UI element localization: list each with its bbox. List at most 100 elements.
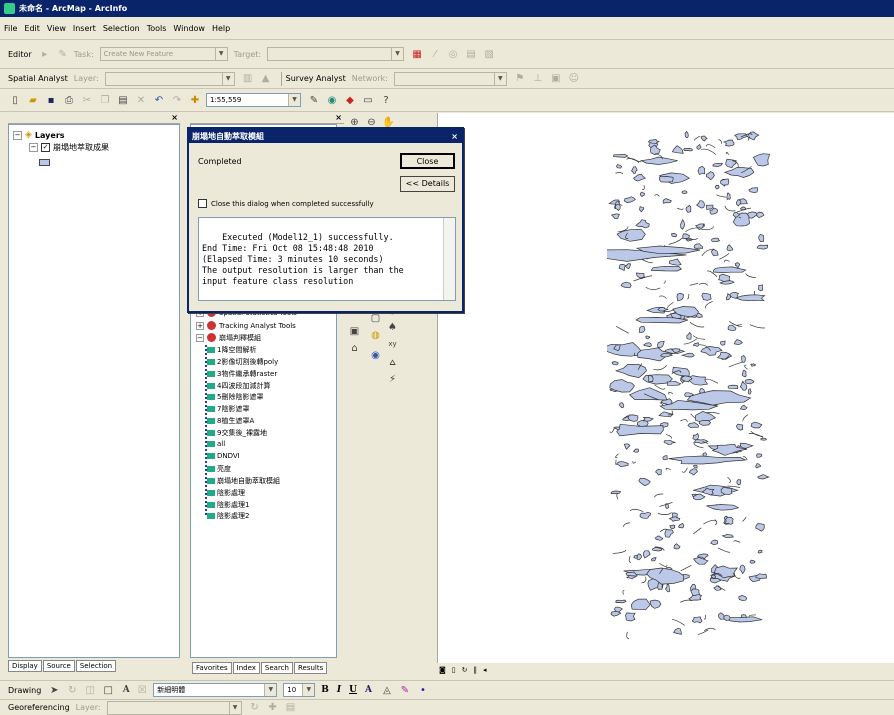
bold-button[interactable]: B <box>321 685 329 695</box>
rectangle-icon[interactable]: □ <box>101 683 115 697</box>
copy-icon[interactable]: ❐ <box>98 93 112 107</box>
menu-help[interactable]: Help <box>212 24 230 33</box>
clear-selection-icon[interactable]: ▣ <box>348 325 361 338</box>
model-tool-item[interactable]: 9交集後_裸露地 <box>207 428 267 438</box>
close-button[interactable]: Close <box>400 153 455 169</box>
target-select[interactable]: ▼ <box>267 47 405 61</box>
tab-search[interactable]: Search <box>260 662 293 674</box>
select-features-icon[interactable]: ◍ <box>369 329 382 342</box>
georeferencing-menu[interactable]: Georeferencing <box>8 703 70 712</box>
collapse-icon[interactable]: − <box>196 333 204 342</box>
model-tool-item[interactable]: all <box>207 440 225 448</box>
scroll-left-icon[interactable]: ◂ <box>483 666 487 674</box>
model-tool-item[interactable]: 4四波段加減計算 <box>207 381 270 391</box>
model-tool-item[interactable]: 7陰影遮罩 <box>207 404 249 414</box>
redo-icon[interactable]: ↷ <box>170 93 184 107</box>
close-when-done-option[interactable]: Close this dialog when completed success… <box>198 199 374 208</box>
hyperlink-icon[interactable]: ⚡ <box>386 373 399 386</box>
details-button[interactable]: << Details <box>400 176 455 192</box>
delete-icon[interactable]: ✕ <box>134 93 148 107</box>
expand-icon[interactable]: + <box>196 321 204 330</box>
measure-icon[interactable]: ⩟ <box>386 356 399 369</box>
network-select[interactable]: ▼ <box>393 71 507 86</box>
attribute-grid-icon[interactable]: ▦ <box>410 47 424 61</box>
sketch-properties-icon[interactable]: ▧ <box>482 47 496 61</box>
menu-file[interactable]: File <box>4 24 17 33</box>
split-tool-icon[interactable]: ⁄ <box>428 47 442 61</box>
save-icon[interactable]: ▪ <box>44 93 58 107</box>
marker-color-icon[interactable]: • <box>416 683 430 697</box>
callout-icon[interactable]: ☒ <box>135 683 149 697</box>
log-scrollbar[interactable] <box>443 218 455 300</box>
tab-display[interactable]: Display <box>8 660 42 672</box>
arccatalog-icon[interactable]: ◉ <box>325 93 339 107</box>
contour-icon[interactable]: ▲ <box>259 72 273 86</box>
survey-analyst-menu[interactable]: Survey Analyst <box>286 74 346 83</box>
model-tool-item[interactable]: 2影像切割後轉poly <box>207 357 278 367</box>
globe-icon[interactable]: ◉ <box>369 349 382 362</box>
drawing-menu[interactable]: Drawing <box>8 686 41 695</box>
underline-button[interactable]: U <box>349 685 357 695</box>
rotate-georef-icon[interactable]: ↻ <box>248 701 262 715</box>
refresh-icon[interactable]: ↻ <box>462 666 468 674</box>
link-table-icon[interactable]: ▤ <box>284 701 298 715</box>
flag-icon[interactable]: ⚑ <box>513 72 527 86</box>
menu-view[interactable]: View <box>47 24 66 33</box>
spatial-analyst-menu[interactable]: Spatial Analyst <box>8 74 68 83</box>
model-tool-item[interactable]: 1降空間解析 <box>207 345 256 355</box>
print-icon[interactable]: ⎙ <box>62 93 76 107</box>
html-popup-icon[interactable]: ⌂ <box>348 342 361 355</box>
model-tool-item[interactable]: 5刪除陰影遮罩 <box>207 392 263 402</box>
editor-menu[interactable]: Editor <box>8 50 32 59</box>
menu-tools[interactable]: Tools <box>147 24 167 33</box>
open-folder-icon[interactable]: ▰ <box>26 93 40 107</box>
arctoolbox-icon[interactable]: ◆ <box>343 93 357 107</box>
find-icon[interactable]: ♠ <box>386 321 399 334</box>
undo-icon[interactable]: ↶ <box>152 93 166 107</box>
italic-button[interactable]: I <box>337 685 341 695</box>
toolbox-item[interactable]: − 崩塌判釋模組 <box>196 333 261 343</box>
layer-symbol-swatch[interactable] <box>39 159 50 166</box>
tab-favorites[interactable]: Favorites <box>192 662 232 674</box>
collapse-icon[interactable]: − <box>13 130 22 140</box>
cut-icon[interactable]: ✂ <box>80 93 94 107</box>
menu-edit[interactable]: Edit <box>24 24 40 33</box>
solve-icon[interactable]: ▣ <box>549 72 563 86</box>
data-view-icon[interactable]: ◙ <box>439 666 446 674</box>
sketch-tool-icon[interactable]: ✎ <box>56 47 70 61</box>
add-control-points-icon[interactable]: ✚ <box>266 701 280 715</box>
model-tool-item[interactable]: 崩塌地自動萃取模組 <box>207 476 280 486</box>
line-color-icon[interactable]: ✎ <box>398 683 412 697</box>
barrier-icon[interactable]: ⊥ <box>531 72 545 86</box>
collapse-icon[interactable]: − <box>29 143 38 152</box>
model-tool-item[interactable]: 3物件繼承轉raster <box>207 369 277 379</box>
close-icon[interactable]: × <box>451 132 458 141</box>
model-tool-item[interactable]: 陰影處理2 <box>207 511 249 521</box>
new-document-icon[interactable]: ▯ <box>8 93 22 107</box>
close-icon[interactable]: × <box>171 113 178 122</box>
close-when-done-checkbox[interactable] <box>198 199 207 208</box>
menu-insert[interactable]: Insert <box>73 24 96 33</box>
toc-layer-row[interactable]: − ✓ 崩塌地萃取成果 <box>29 142 109 153</box>
menu-window[interactable]: Window <box>173 24 205 33</box>
model-tool-item[interactable]: 8植生遮罩A <box>207 416 254 426</box>
rotate-tool-icon[interactable]: ◎ <box>446 47 460 61</box>
select-elements-arrow-icon[interactable]: ➤ <box>47 683 61 697</box>
pause-icon[interactable]: ‖ <box>474 666 478 674</box>
attributes-icon[interactable]: ▤ <box>464 47 478 61</box>
task-select[interactable]: Create New Feature ▼ <box>99 47 228 61</box>
close-icon[interactable]: × <box>335 113 342 122</box>
toolbox-item[interactable]: + Tracking Analyst Tools <box>196 321 296 330</box>
rotate-icon[interactable]: ↻ <box>65 683 79 697</box>
georef-layer-select[interactable]: ▼ <box>106 700 242 715</box>
histogram-icon[interactable]: ▥ <box>241 72 255 86</box>
network-options-icon[interactable]: ☺ <box>567 72 581 86</box>
tab-index[interactable]: Index <box>232 662 260 674</box>
tab-source[interactable]: Source <box>42 660 75 672</box>
select-elements-icon[interactable]: ▢ <box>369 312 382 325</box>
font-size-select[interactable]: 10 ▼ <box>283 683 316 697</box>
go-to-xy-icon[interactable]: xy <box>386 338 399 351</box>
fill-color-icon[interactable]: ◬ <box>380 683 394 697</box>
new-text-icon[interactable]: A <box>119 683 133 697</box>
toc-root-row[interactable]: − ◈ Layers <box>13 130 65 140</box>
